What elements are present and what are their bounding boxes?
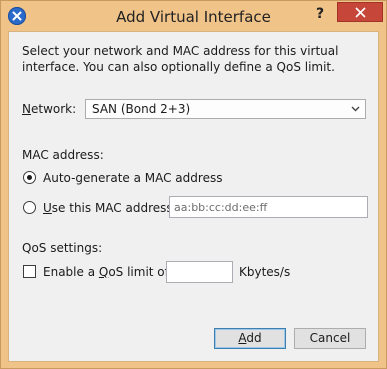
auto-generate-mac-radio[interactable] xyxy=(23,171,36,184)
intro-text: Select your network and MAC address for … xyxy=(22,44,339,74)
add-button[interactable]: Add xyxy=(214,328,286,349)
use-mac-rest: se this MAC address: xyxy=(51,201,177,215)
mac-section-label: MAC address: xyxy=(22,148,104,162)
add-virtual-interface-dialog: Add Virtual Interface ? Select your netw… xyxy=(0,0,387,369)
network-label-mnemonic: N xyxy=(22,102,31,116)
network-label: Network: xyxy=(22,102,76,116)
close-icon xyxy=(355,7,366,18)
radio-selected-dot xyxy=(27,175,32,180)
dialog-body: Select your network and MAC address for … xyxy=(8,31,379,362)
qos-unit-label: Kbytes/s xyxy=(239,265,291,279)
close-button[interactable] xyxy=(337,2,383,22)
help-button[interactable]: ? xyxy=(307,4,333,24)
use-mac-mnemonic: U xyxy=(43,201,52,215)
qos-limit-input[interactable] xyxy=(166,261,233,283)
enable-qos-prefix: Enable a xyxy=(43,265,99,279)
enable-qos-rest: oS limit of: xyxy=(108,265,173,279)
add-rest: dd xyxy=(246,331,262,345)
network-label-rest: etwork: xyxy=(30,102,77,116)
network-dropdown[interactable]: SAN (Bond 2+3) xyxy=(85,99,366,119)
enable-qos-mnemonic: Q xyxy=(98,265,109,279)
chevron-down-icon xyxy=(351,106,360,112)
cancel-button[interactable]: Cancel xyxy=(294,328,366,349)
enable-qos-checkbox[interactable] xyxy=(23,265,36,278)
title-bar[interactable]: Add Virtual Interface ? xyxy=(1,1,386,31)
use-mac-address-label[interactable]: Use this MAC address: xyxy=(43,201,177,215)
use-mac-address-radio[interactable] xyxy=(23,201,36,214)
network-selected-value: SAN (Bond 2+3) xyxy=(92,102,191,116)
qos-section-label: QoS settings: xyxy=(22,241,103,255)
auto-generate-mac-label[interactable]: Auto-generate a MAC address xyxy=(43,171,222,185)
mac-address-input[interactable] xyxy=(169,196,368,218)
enable-qos-label[interactable]: Enable a QoS limit of: xyxy=(43,265,172,279)
